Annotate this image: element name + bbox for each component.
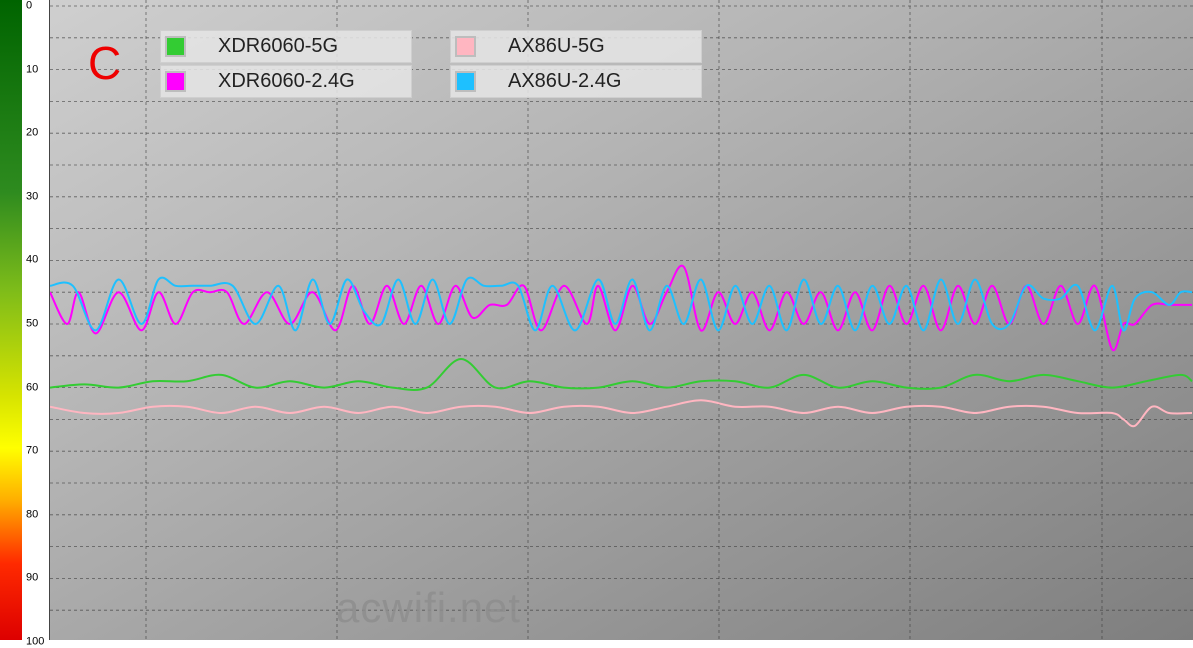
legend-label: XDR6060-5G xyxy=(218,35,339,57)
y-tick-label: 10 xyxy=(26,63,39,76)
y-tick-label: 40 xyxy=(26,253,39,266)
y-tick-label: 60 xyxy=(26,381,39,394)
legend-swatch xyxy=(165,71,186,92)
y-tick-label: 70 xyxy=(26,444,39,457)
legend-item: AX86U-5G xyxy=(450,30,702,63)
y-tick-label: 100 xyxy=(26,635,45,648)
y-tick-label: 90 xyxy=(26,571,39,584)
y-tick-label: 0 xyxy=(26,0,33,12)
legend-swatch xyxy=(165,36,186,57)
legend-label: XDR6060-2.4G xyxy=(218,70,355,92)
signal-scale-gradient-bar xyxy=(0,0,22,640)
y-tick-label: 30 xyxy=(26,190,39,203)
legend-label: AX86U-2.4G xyxy=(508,70,622,92)
y-axis-panel: 0 10 20 30 40 50 60 70 80 90 100 xyxy=(0,0,49,647)
y-tick-label: 80 xyxy=(26,508,39,521)
legend-swatch xyxy=(455,36,476,57)
y-tick-label: 20 xyxy=(26,126,39,139)
legend-swatch xyxy=(455,71,476,92)
legend-label: AX86U-5G xyxy=(508,35,605,57)
legend-item: XDR6060-5G xyxy=(160,30,412,63)
watermark-text: acwifi.net xyxy=(336,584,522,631)
y-tick-label: 50 xyxy=(26,317,39,330)
chart-annotation-letter: C xyxy=(88,37,122,89)
legend-item: AX86U-2.4G xyxy=(450,65,702,98)
legend-item: XDR6060-2.4G xyxy=(160,65,412,98)
